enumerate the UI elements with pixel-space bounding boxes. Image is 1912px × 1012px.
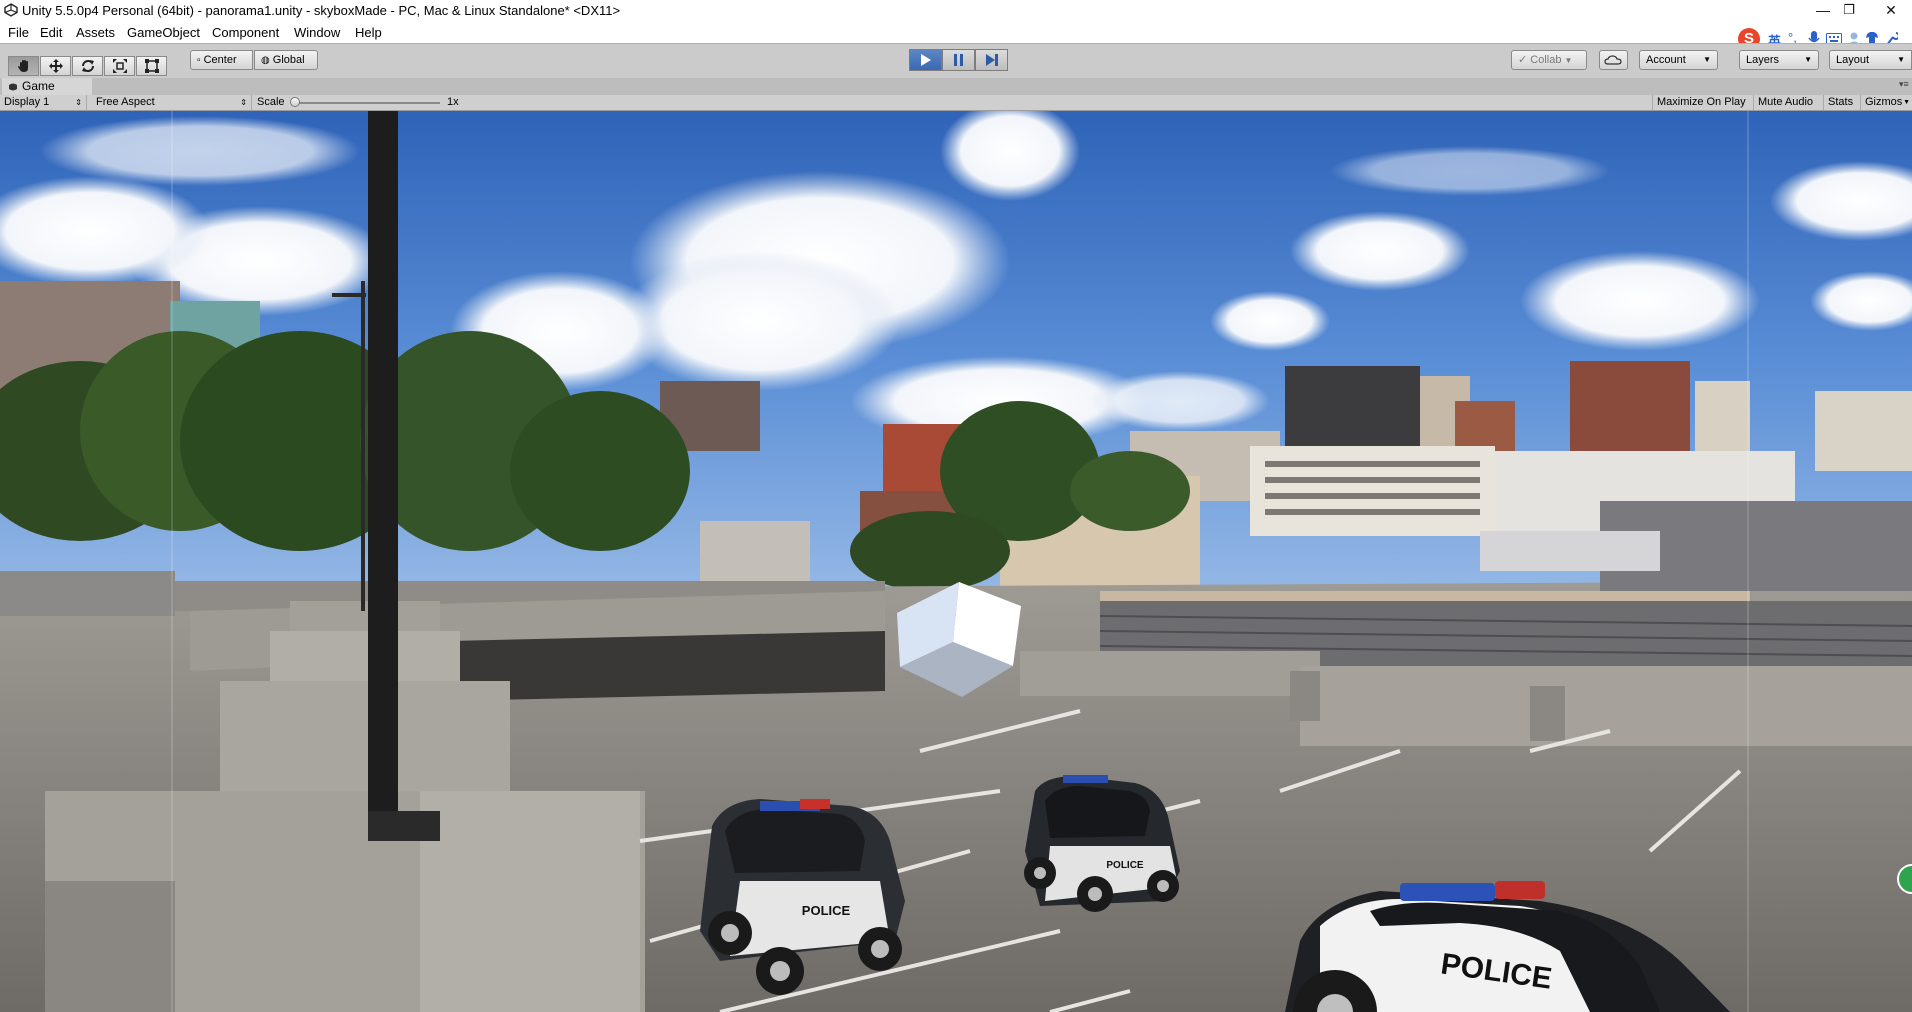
pause-icon xyxy=(954,54,963,66)
dropdown-arrow-icon: ▼ xyxy=(1564,56,1573,65)
menu-component[interactable]: Component xyxy=(212,25,279,40)
pivot-label: Center xyxy=(203,54,237,66)
play-button[interactable] xyxy=(909,49,942,71)
menu-edit[interactable]: Edit xyxy=(40,25,62,40)
scale-value: 1x xyxy=(447,96,459,108)
hand-tool-button[interactable] xyxy=(8,56,39,76)
scale-slider-track[interactable] xyxy=(292,102,440,104)
rotate-tool-button[interactable] xyxy=(72,56,103,76)
unity-logo-icon xyxy=(4,3,18,17)
game-viewport[interactable]: POLICE POLICE POLICE xyxy=(0,111,1912,1012)
layers-dropdown[interactable]: Layers ▼ xyxy=(1739,50,1819,70)
gizmos-dropdown[interactable]: Gizmos ▼ xyxy=(1861,95,1912,110)
menu-help[interactable]: Help xyxy=(355,25,382,40)
pivot-icon: ▫ xyxy=(197,55,201,66)
menu-file[interactable]: File xyxy=(8,25,29,40)
gizmos-label: Gizmos xyxy=(1865,96,1903,108)
tab-menu-icon[interactable]: ▾≡ xyxy=(1899,79,1909,90)
space-label: Global xyxy=(272,54,305,66)
game-controller-icon xyxy=(9,83,17,91)
move-tool-button[interactable] xyxy=(40,56,71,76)
game-view-controls: Display 1 ⇕ Free Aspect ⇕ Scale 1x Maxim… xyxy=(0,95,1912,111)
maximize-on-play-toggle[interactable]: Maximize On Play xyxy=(1652,95,1754,110)
maximize-button[interactable]: ❐ xyxy=(1826,0,1872,22)
collab-label: Collab xyxy=(1530,54,1562,66)
hand-icon xyxy=(17,60,28,72)
check-icon: ✓ xyxy=(1518,54,1528,66)
tab-game-label: Game xyxy=(22,79,55,93)
pivot-global-toggle[interactable]: ◍ Global xyxy=(254,50,318,70)
tab-game[interactable]: Game xyxy=(2,78,92,95)
step-icon xyxy=(986,54,998,66)
play-icon xyxy=(921,54,931,66)
display-label: Display 1 xyxy=(4,96,50,108)
dropdown-arrow-icon: ▼ xyxy=(1804,55,1812,64)
display-dropdown[interactable]: Display 1 ⇕ xyxy=(0,95,87,110)
scale-tool-button[interactable] xyxy=(104,56,135,76)
pause-button[interactable] xyxy=(942,49,975,71)
rect-tool-button[interactable] xyxy=(136,56,167,76)
panorama-scene: POLICE POLICE POLICE xyxy=(0,111,1912,1012)
rotate-icon xyxy=(81,60,94,72)
updown-arrow-icon: ⇕ xyxy=(75,98,82,107)
menu-gameobject[interactable]: GameObject xyxy=(127,25,200,40)
scale-slider-thumb[interactable] xyxy=(290,97,300,107)
rect-tool-icon xyxy=(144,59,159,73)
police-car-middle-label: POLICE xyxy=(1106,860,1144,871)
step-button[interactable] xyxy=(975,49,1008,71)
menu-bar: File Edit Assets GameObject Component Wi… xyxy=(0,22,1912,43)
scale-icon xyxy=(112,59,127,73)
menu-window[interactable]: Window xyxy=(294,25,340,40)
layers-label: Layers xyxy=(1746,54,1780,66)
dropdown-arrow-icon: ▼ xyxy=(1897,55,1905,64)
mute-audio-toggle[interactable]: Mute Audio xyxy=(1754,95,1824,110)
pivot-center-toggle[interactable]: ▫ Center xyxy=(190,50,253,70)
layout-dropdown[interactable]: Layout ▼ xyxy=(1829,50,1912,70)
police-car-middle: POLICE xyxy=(1024,775,1180,912)
globe-icon: ◍ xyxy=(261,55,270,66)
aspect-dropdown[interactable]: Free Aspect ⇕ xyxy=(92,95,252,110)
account-label: Account xyxy=(1646,54,1686,66)
main-toolbar: ▫ Center ◍ Global ✓ Collab ▼ Account ▼ L… xyxy=(0,43,1912,80)
title-bar: Unity 5.5.0p4 Personal (64bit) - panoram… xyxy=(0,0,1912,22)
police-car-left-label: POLICE xyxy=(802,903,851,918)
collab-dropdown[interactable]: ✓ Collab ▼ xyxy=(1511,50,1587,70)
cloud-icon xyxy=(1604,55,1622,65)
layout-label: Layout xyxy=(1836,54,1870,66)
account-dropdown[interactable]: Account ▼ xyxy=(1639,50,1718,70)
aspect-label: Free Aspect xyxy=(96,96,155,108)
close-button[interactable]: ✕ xyxy=(1868,0,1912,22)
window-title: Unity 5.5.0p4 Personal (64bit) - panoram… xyxy=(22,3,621,18)
stats-toggle[interactable]: Stats xyxy=(1824,95,1861,110)
dropdown-arrow-icon: ▼ xyxy=(1903,99,1910,106)
tab-strip: Game ▾≡ xyxy=(0,78,1912,95)
cloud-services-button[interactable] xyxy=(1599,50,1628,70)
move-icon xyxy=(48,59,63,73)
dropdown-arrow-icon: ▼ xyxy=(1703,55,1711,64)
updown-arrow-icon: ⇕ xyxy=(240,98,247,107)
scale-label: Scale xyxy=(257,96,285,108)
menu-assets[interactable]: Assets xyxy=(76,25,115,40)
